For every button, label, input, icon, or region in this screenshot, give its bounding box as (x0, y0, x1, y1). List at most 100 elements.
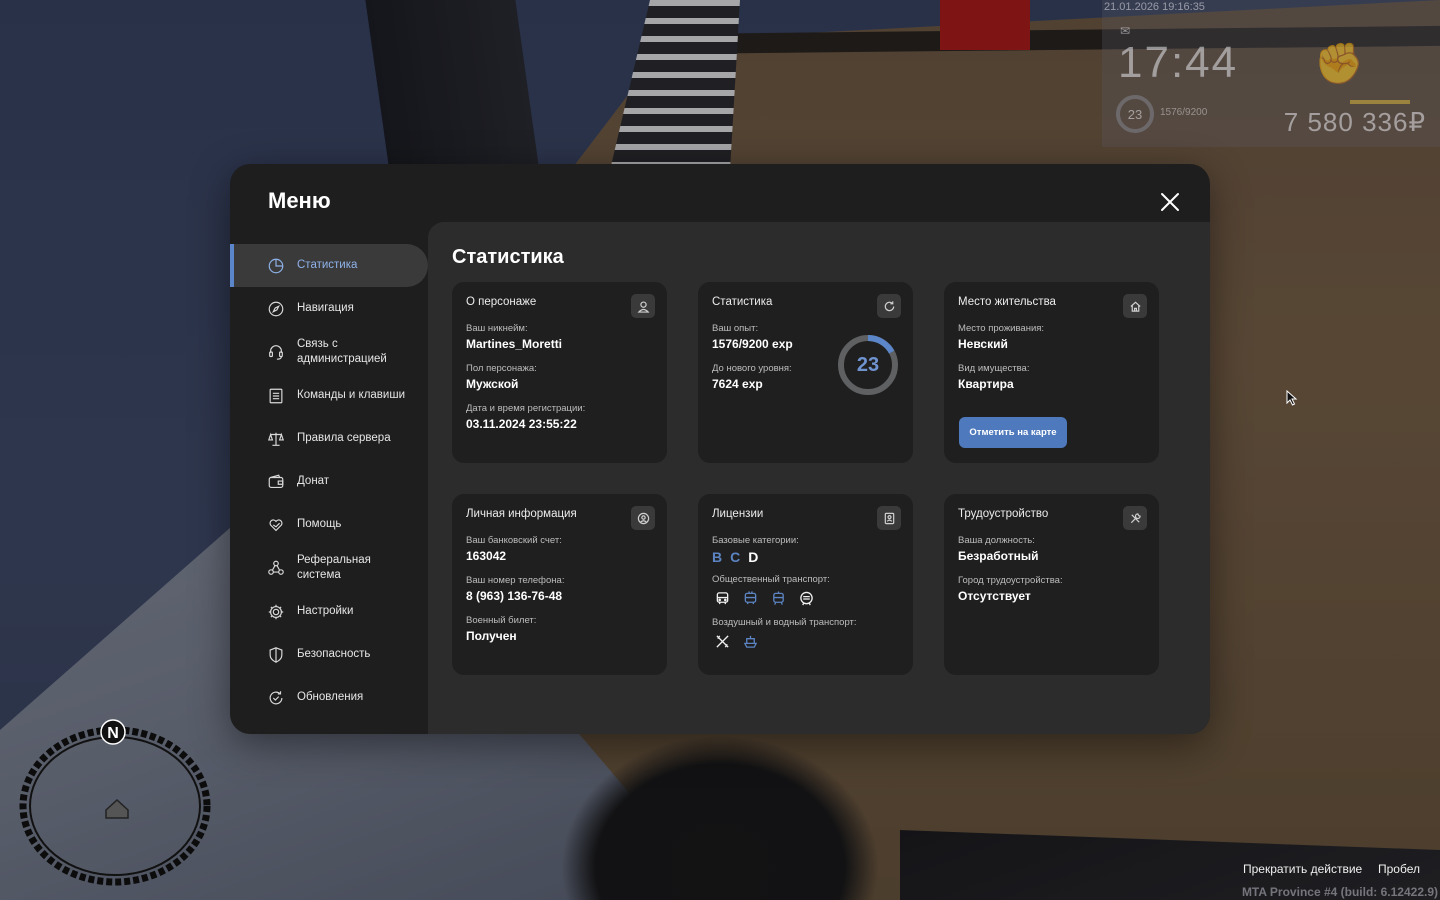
gender-label: Пол персонажа: (466, 363, 537, 374)
tram-icon (768, 589, 788, 607)
sidebar-item-donate[interactable]: Донат (230, 460, 428, 503)
hud-level-ring: 23 (1116, 95, 1154, 133)
job-city-label: Город трудоустройства: (958, 575, 1063, 586)
hud-money: 7 580 336₽ (1283, 107, 1426, 137)
card-character: О персонаже Ваш никнейм: Martines_Morett… (452, 282, 667, 463)
hud-health-bar (1350, 100, 1410, 104)
chart-pie-icon (266, 256, 286, 276)
sidebar-item-statistics[interactable]: Статистика (230, 244, 428, 287)
sidebar-item-referral[interactable]: Реферальная система (230, 546, 428, 590)
sidebar-item-label: Настройки (297, 605, 354, 617)
content-title: Статистика (452, 246, 564, 268)
sidebar-item-label: Реферальная система (297, 554, 371, 581)
refresh-check-icon (266, 688, 286, 708)
menu-window: Меню Статистика Навигация Связь с админи… (230, 164, 1210, 734)
sidebar-item-admin-contact[interactable]: Связь с администрацией (230, 330, 428, 374)
build-info: MTA Province #4 (build: 6.12422.9) (1241, 885, 1438, 899)
north-label: N (107, 725, 119, 742)
job-city-value: Отсутствует (958, 589, 1031, 603)
hud-clock: 17:44 (1118, 38, 1239, 87)
base-categories-label: Базовые категории: (712, 535, 799, 546)
sidebar-item-settings[interactable]: Настройки (230, 590, 428, 633)
level-ring: 23 (836, 333, 900, 397)
hud-panel: 21.01.2026 19:16:35 ✉ 17:44 ✊ 23 1576/92… (1102, 0, 1440, 147)
registration-label: Дата и время регистрации: (466, 403, 586, 414)
user-icon (631, 294, 655, 318)
property-value: Квартира (958, 377, 1014, 391)
license-categories: B C D (712, 549, 899, 565)
registration-value: 03.11.2024 23:55:22 (466, 417, 577, 431)
headset-icon (266, 342, 286, 362)
card-licenses: Лицензии Базовые категории: B C D Общест… (698, 494, 913, 675)
card-title: Трудоустройство (958, 508, 1049, 520)
hud-level: 23 (1127, 106, 1143, 122)
sidebar-item-label: Команды и клавиши (297, 389, 405, 401)
air-water-licenses (712, 632, 899, 650)
id-circle-icon (631, 506, 655, 530)
card-title: Статистика (712, 296, 773, 308)
card-statistics: Статистика Ваш опыт: 1576/9200 exp До но… (698, 282, 913, 463)
license-category-d: D (748, 549, 759, 565)
gear-icon (266, 602, 286, 622)
hint-stop-action: Прекратить действие (1243, 862, 1363, 876)
close-button[interactable] (1156, 188, 1184, 216)
mark-on-map-button[interactable]: Отметить на карте (959, 417, 1067, 448)
residence-value: Невский (958, 337, 1008, 351)
phone-value: 8 (963) 136-76-48 (466, 589, 563, 603)
hud-datetime: 21.01.2026 19:16:35 (1104, 1, 1205, 13)
sidebar-item-security[interactable]: Безопасность (230, 633, 428, 676)
sidebar-item-label: Помощь (297, 518, 342, 530)
sidebar-item-label: Навигация (297, 302, 354, 314)
card-title: Личная информация (466, 508, 577, 520)
wallet-icon (266, 472, 286, 492)
license-category-b: B (712, 549, 723, 565)
house-icon (105, 798, 129, 819)
menu-title: Меню (268, 188, 331, 213)
card-personal-info: Личная информация Ваш банковский счет: 1… (452, 494, 667, 675)
sidebar-item-help[interactable]: Помощь (230, 503, 428, 546)
card-title: Место жительства (958, 296, 1056, 308)
gender-value: Мужской (466, 377, 519, 391)
military-value: Получен (466, 629, 517, 643)
nickname-value: Martines_Moretti (466, 337, 563, 351)
minimap: N (18, 718, 214, 888)
statistics-panel: Статистика О персонаже Ваш никнейм: Mart… (428, 222, 1210, 734)
sidebar-item-commands[interactable]: Команды и клавиши (230, 374, 428, 417)
military-label: Военный билет: (466, 615, 537, 626)
compass-icon (266, 299, 286, 319)
sidebar-item-navigation[interactable]: Навигация (230, 287, 428, 330)
metro-icon (796, 589, 816, 607)
sidebar-item-label: Безопасность (297, 648, 371, 660)
phone-label: Ваш номер телефона: (466, 575, 565, 586)
card-residence: Место жительства Место проживания: Невск… (944, 282, 1159, 463)
property-label: Вид имущества: (958, 363, 1030, 374)
plane-icon (712, 632, 732, 650)
card-title: Лицензии (712, 508, 764, 520)
bank-label: Ваш банковский счет: (466, 535, 562, 546)
fist-icon: ✊ (1314, 42, 1364, 86)
nickname-label: Ваш никнейм: (466, 323, 528, 334)
residence-label: Место проживания: (958, 323, 1045, 334)
list-icon (266, 386, 286, 406)
referral-icon (266, 558, 286, 578)
sidebar-item-label: Обновления (297, 691, 364, 703)
position-label: Ваша должность: (958, 535, 1035, 546)
sidebar-item-rules[interactable]: Правила сервера (230, 417, 428, 460)
mouse-cursor-icon (1286, 389, 1298, 411)
sidebar-item-label: Донат (297, 475, 330, 487)
hud-exp: 1576/9200 (1160, 107, 1208, 118)
level-value: 23 (856, 353, 880, 376)
sidebar-item-label: Статистика (297, 259, 358, 271)
card-title: О персонаже (466, 296, 537, 308)
boat-icon (740, 632, 760, 650)
sidebar-item-label: Связь с администрацией (297, 338, 387, 365)
air-water-label: Воздушный и водный транспорт: (712, 617, 857, 628)
home-icon (1123, 294, 1147, 318)
heart-hand-icon (266, 515, 286, 535)
trolleybus-icon (740, 589, 760, 607)
license-category-c: C (730, 549, 741, 565)
tools-icon (1123, 506, 1147, 530)
scales-icon (266, 429, 286, 449)
sidebar-item-updates[interactable]: Обновления (230, 676, 428, 719)
bank-value: 163042 (466, 549, 507, 563)
